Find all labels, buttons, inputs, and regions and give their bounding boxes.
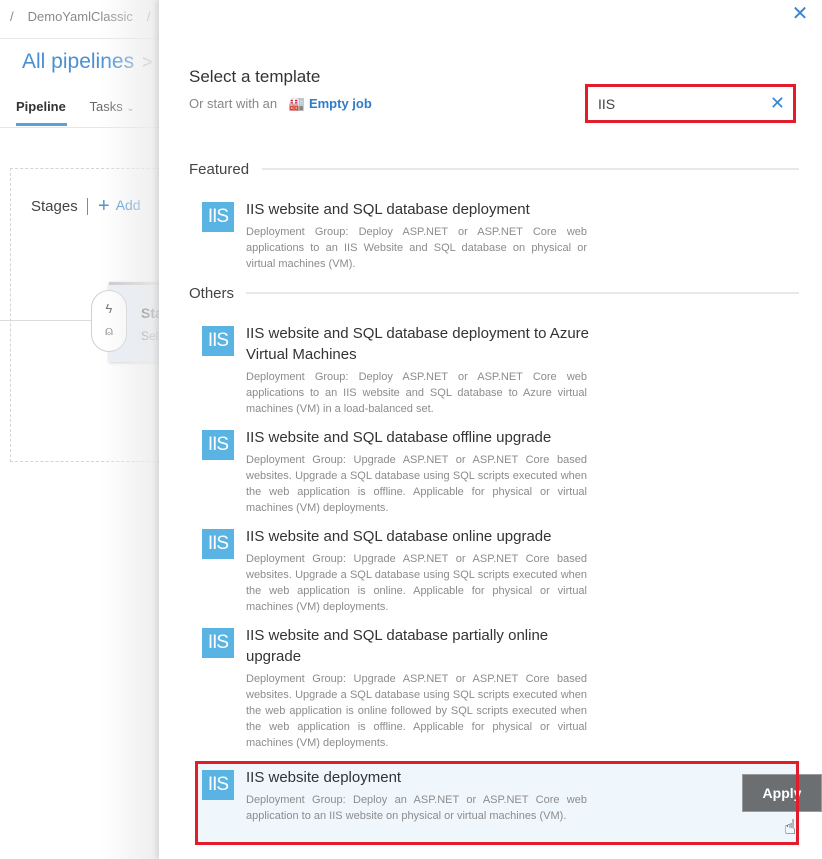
template-description: Deployment Group: Upgrade ASP.NET or ASP… <box>246 454 587 514</box>
panel-title: Select a template <box>189 67 321 86</box>
artifact-connector-line <box>0 320 96 321</box>
template-description: Deployment Group: Deploy ASP.NET or ASP.… <box>246 226 587 270</box>
template-name: IIS website deployment <box>246 769 402 786</box>
hand-cursor-icon: ☝ <box>784 817 797 839</box>
lightning-icon[interactable]: ϟ <box>92 298 126 320</box>
template-search-input[interactable] <box>596 90 756 117</box>
iis-icon: IIS <box>202 628 234 658</box>
template-description: Deployment Group: Upgrade ASP.NET or ASP… <box>246 673 587 749</box>
clear-search-icon[interactable]: ✕ <box>770 92 785 114</box>
header-divider <box>0 38 180 39</box>
section-divider <box>262 168 799 170</box>
template-item[interactable]: IIS IIS website and SQL database deploym… <box>195 199 795 274</box>
stages-divider <box>87 198 88 215</box>
subtitle-text: Or start with an <box>189 96 278 111</box>
add-stage-label: Add <box>115 197 141 213</box>
add-stage-button[interactable]: + Add <box>98 195 141 218</box>
template-item[interactable]: IIS IIS website and SQL database offline… <box>195 427 795 519</box>
template-item[interactable]: IIS IIS website and SQL database partial… <box>195 625 795 755</box>
template-item[interactable]: IIS IIS website and SQL database online … <box>195 526 795 618</box>
iis-icon: IIS <box>202 326 234 356</box>
tab-pipeline[interactable]: Pipeline <box>16 99 66 114</box>
chevron-down-icon: ⌄ <box>126 103 135 114</box>
template-description: Deployment Group: Deploy ASP.NET or ASP.… <box>246 371 587 415</box>
template-name: IIS website and SQL database offline upg… <box>246 429 552 446</box>
empty-job-link[interactable]: 🏭 Empty job <box>289 96 372 111</box>
tab-tasks[interactable]: Tasks ⌄ <box>89 99 134 114</box>
empty-job-label: Empty job <box>308 96 372 111</box>
close-icon[interactable]: ✕ <box>790 4 810 24</box>
iis-icon: IIS <box>202 202 234 232</box>
template-description: Deployment Group: Deploy an ASP.NET or A… <box>246 794 587 822</box>
breadcrumb-project[interactable]: DemoYamlClassic <box>28 9 133 24</box>
tab-tasks-label: Tasks <box>89 99 123 114</box>
template-search-box: ✕ <box>585 84 796 123</box>
template-name: IIS website and SQL database partially o… <box>246 627 549 665</box>
select-template-panel: ✕ Select a template Or start with an 🏭 Em… <box>159 0 822 859</box>
active-tab-indicator <box>16 123 67 126</box>
template-item-selected[interactable]: IIS IIS website deployment Deployment Gr… <box>198 763 822 843</box>
stages-label: Stages <box>31 198 78 215</box>
chevron-right-icon: > <box>142 52 153 72</box>
section-header-featured: Featured <box>189 161 250 178</box>
template-name: IIS website and SQL database online upgr… <box>246 528 552 545</box>
apply-button[interactable]: Apply <box>742 774 822 812</box>
section-header-others: Others <box>189 285 235 302</box>
template-name: IIS website and SQL database deployment <box>246 201 530 218</box>
tabs-divider <box>0 127 180 128</box>
breadcrumb-separator: / <box>10 9 14 24</box>
person-icon[interactable]: ⍝ <box>92 320 126 342</box>
iis-icon: IIS <box>202 529 234 559</box>
iis-icon: IIS <box>202 430 234 460</box>
pipeline-editor-background: / DemoYamlClassic / All pipelines > Pipelin… <box>0 0 189 859</box>
iis-icon: IIS <box>202 770 234 800</box>
empty-job-icon: 🏭 <box>288 96 305 111</box>
editor-tabs: Pipeline Tasks ⌄ <box>16 99 155 114</box>
panel-subtitle: Or start with an 🏭 Empty job <box>189 96 372 112</box>
template-item[interactable]: IIS IIS website and SQL database deploym… <box>195 323 795 418</box>
breadcrumb: / DemoYamlClassic / <box>10 9 164 24</box>
template-description: Deployment Group: Upgrade ASP.NET or ASP… <box>246 553 587 613</box>
plus-icon: + <box>98 195 110 217</box>
template-name: IIS website and SQL database deployment … <box>246 325 589 363</box>
all-pipelines-link[interactable]: All pipelines > <box>22 50 153 74</box>
stage-subtitle: Sel <box>141 329 159 343</box>
page-title: All pipelines <box>22 50 135 73</box>
section-divider <box>246 292 799 294</box>
breadcrumb-separator: / <box>146 9 151 24</box>
pre-deployment-conditions[interactable]: ϟ ⍝ <box>91 290 127 352</box>
